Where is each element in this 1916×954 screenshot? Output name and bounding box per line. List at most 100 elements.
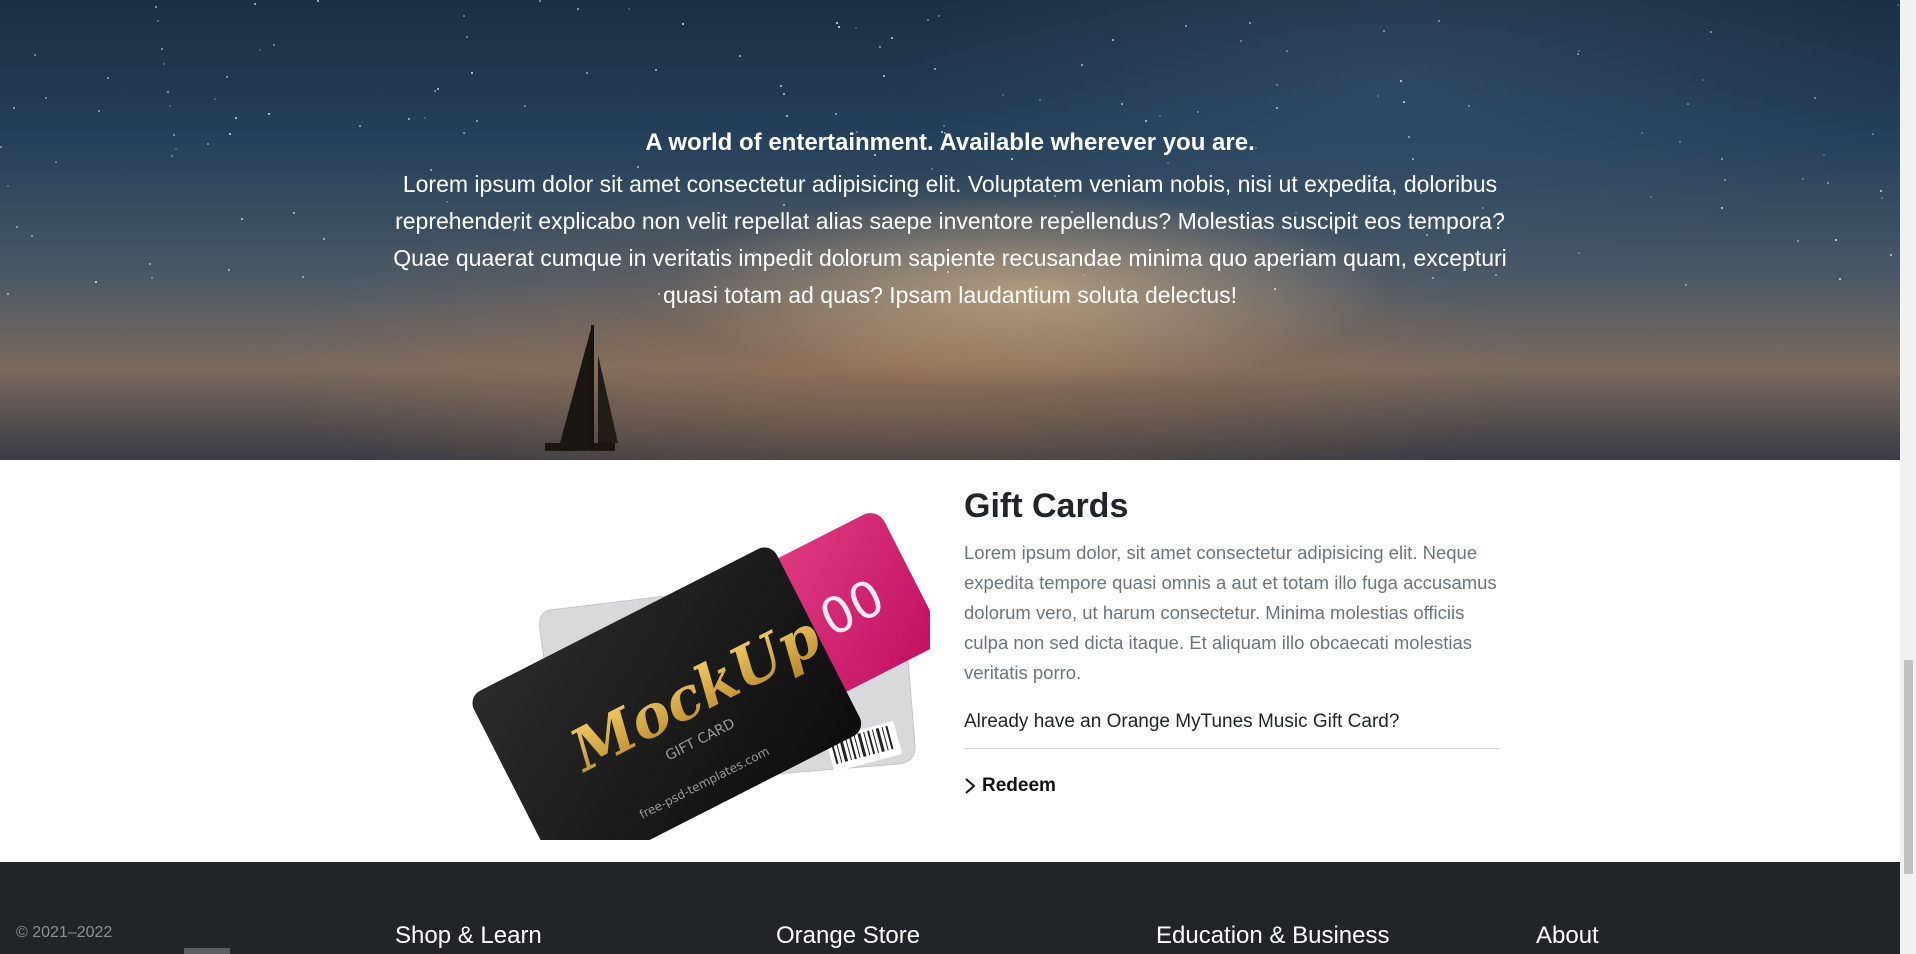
star bbox=[169, 105, 171, 107]
star bbox=[0, 146, 2, 148]
star bbox=[1897, 4, 1899, 6]
star bbox=[1577, 53, 1579, 55]
star bbox=[173, 134, 175, 136]
star bbox=[16, 226, 18, 228]
star bbox=[7, 293, 9, 295]
gift-cards-title: Gift Cards bbox=[964, 487, 1129, 525]
hero-description: Lorem ipsum dolor sit amet consectetur a… bbox=[393, 171, 1507, 308]
footer-heading-orange-store[interactable]: Orange Store bbox=[776, 922, 920, 950]
star bbox=[235, 117, 237, 119]
chevron-right-icon bbox=[965, 778, 976, 794]
star bbox=[586, 72, 588, 74]
star bbox=[151, 277, 153, 279]
star bbox=[1403, 101, 1405, 103]
star bbox=[1578, 50, 1580, 52]
star bbox=[927, 19, 929, 21]
star bbox=[1081, 64, 1083, 66]
star bbox=[95, 281, 97, 283]
star bbox=[1240, 40, 1242, 42]
star bbox=[1797, 240, 1799, 242]
gift-card-image: 00 MockUp GIFT CARD free-psd-templates.c… bbox=[472, 513, 930, 840]
star bbox=[34, 54, 36, 56]
star bbox=[891, 37, 893, 39]
gift-cards-description: Lorem ipsum dolor, sit amet consectetur … bbox=[964, 542, 1497, 683]
footer-heading-shop-learn[interactable]: Shop & Learn bbox=[395, 922, 542, 950]
star bbox=[317, 0, 319, 2]
site-footer: © 2021–2022 Shop & Learn Orange Store Ed… bbox=[0, 862, 1900, 954]
star bbox=[1400, 80, 1402, 82]
star bbox=[241, 218, 243, 220]
star bbox=[1650, 196, 1652, 198]
star bbox=[835, 113, 837, 115]
star bbox=[1679, 141, 1681, 143]
star bbox=[55, 161, 57, 163]
star bbox=[228, 269, 230, 271]
star bbox=[855, 27, 857, 29]
star bbox=[463, 15, 465, 17]
star bbox=[539, 0, 541, 2]
star bbox=[171, 155, 173, 157]
star bbox=[1159, 115, 1161, 117]
star bbox=[1185, 25, 1187, 27]
star bbox=[655, 69, 657, 71]
page-scrollbar[interactable] bbox=[1900, 0, 1916, 954]
star bbox=[1802, 178, 1804, 180]
star bbox=[268, 113, 270, 115]
star bbox=[273, 44, 275, 46]
star bbox=[98, 110, 100, 112]
star bbox=[1383, 30, 1385, 32]
star bbox=[577, 8, 579, 10]
star bbox=[934, 68, 936, 70]
star bbox=[254, 3, 256, 5]
redeem-label: Redeem bbox=[982, 775, 1056, 796]
star bbox=[1827, 182, 1829, 184]
star bbox=[786, 115, 788, 117]
star bbox=[1121, 103, 1123, 105]
star bbox=[524, 105, 526, 107]
star bbox=[259, 49, 261, 51]
star bbox=[879, 46, 881, 48]
footer-heading-education-business[interactable]: Education & Business bbox=[1156, 922, 1389, 950]
star bbox=[471, 72, 473, 74]
star bbox=[682, 23, 684, 25]
star bbox=[1438, 20, 1440, 22]
star bbox=[1702, 79, 1704, 81]
star bbox=[167, 91, 169, 93]
star bbox=[155, 6, 157, 8]
star bbox=[434, 90, 436, 92]
star bbox=[1823, 154, 1825, 156]
star bbox=[1377, 95, 1379, 97]
star bbox=[229, 133, 231, 135]
star bbox=[1249, 22, 1251, 24]
star bbox=[1835, 239, 1837, 241]
redeem-link[interactable]: Redeem bbox=[964, 775, 1499, 797]
star bbox=[302, 276, 304, 278]
star bbox=[226, 76, 228, 78]
scrollbar-thumb[interactable] bbox=[1904, 660, 1913, 874]
star bbox=[938, 15, 940, 17]
star bbox=[175, 148, 177, 150]
star bbox=[7, 185, 9, 187]
gift-card-question: Already have an Orange MyTunes Music Gif… bbox=[964, 708, 1499, 749]
star bbox=[359, 125, 361, 127]
star bbox=[838, 26, 840, 28]
star bbox=[1002, 94, 1004, 96]
star bbox=[1578, 252, 1580, 254]
star bbox=[1039, 99, 1041, 101]
star bbox=[323, 238, 325, 240]
star bbox=[1641, 132, 1643, 134]
star bbox=[628, 8, 630, 10]
star bbox=[836, 22, 838, 24]
star bbox=[214, 98, 216, 100]
star bbox=[207, 143, 209, 145]
star bbox=[1721, 207, 1723, 209]
star bbox=[1872, 133, 1874, 135]
star bbox=[1276, 107, 1278, 109]
star bbox=[161, 48, 163, 50]
star bbox=[149, 263, 151, 265]
star bbox=[1710, 31, 1712, 33]
copyright: © 2021–2022 bbox=[16, 924, 113, 941]
footer-heading-about[interactable]: About bbox=[1536, 922, 1599, 950]
star bbox=[1724, 179, 1726, 181]
star bbox=[1814, 97, 1816, 99]
